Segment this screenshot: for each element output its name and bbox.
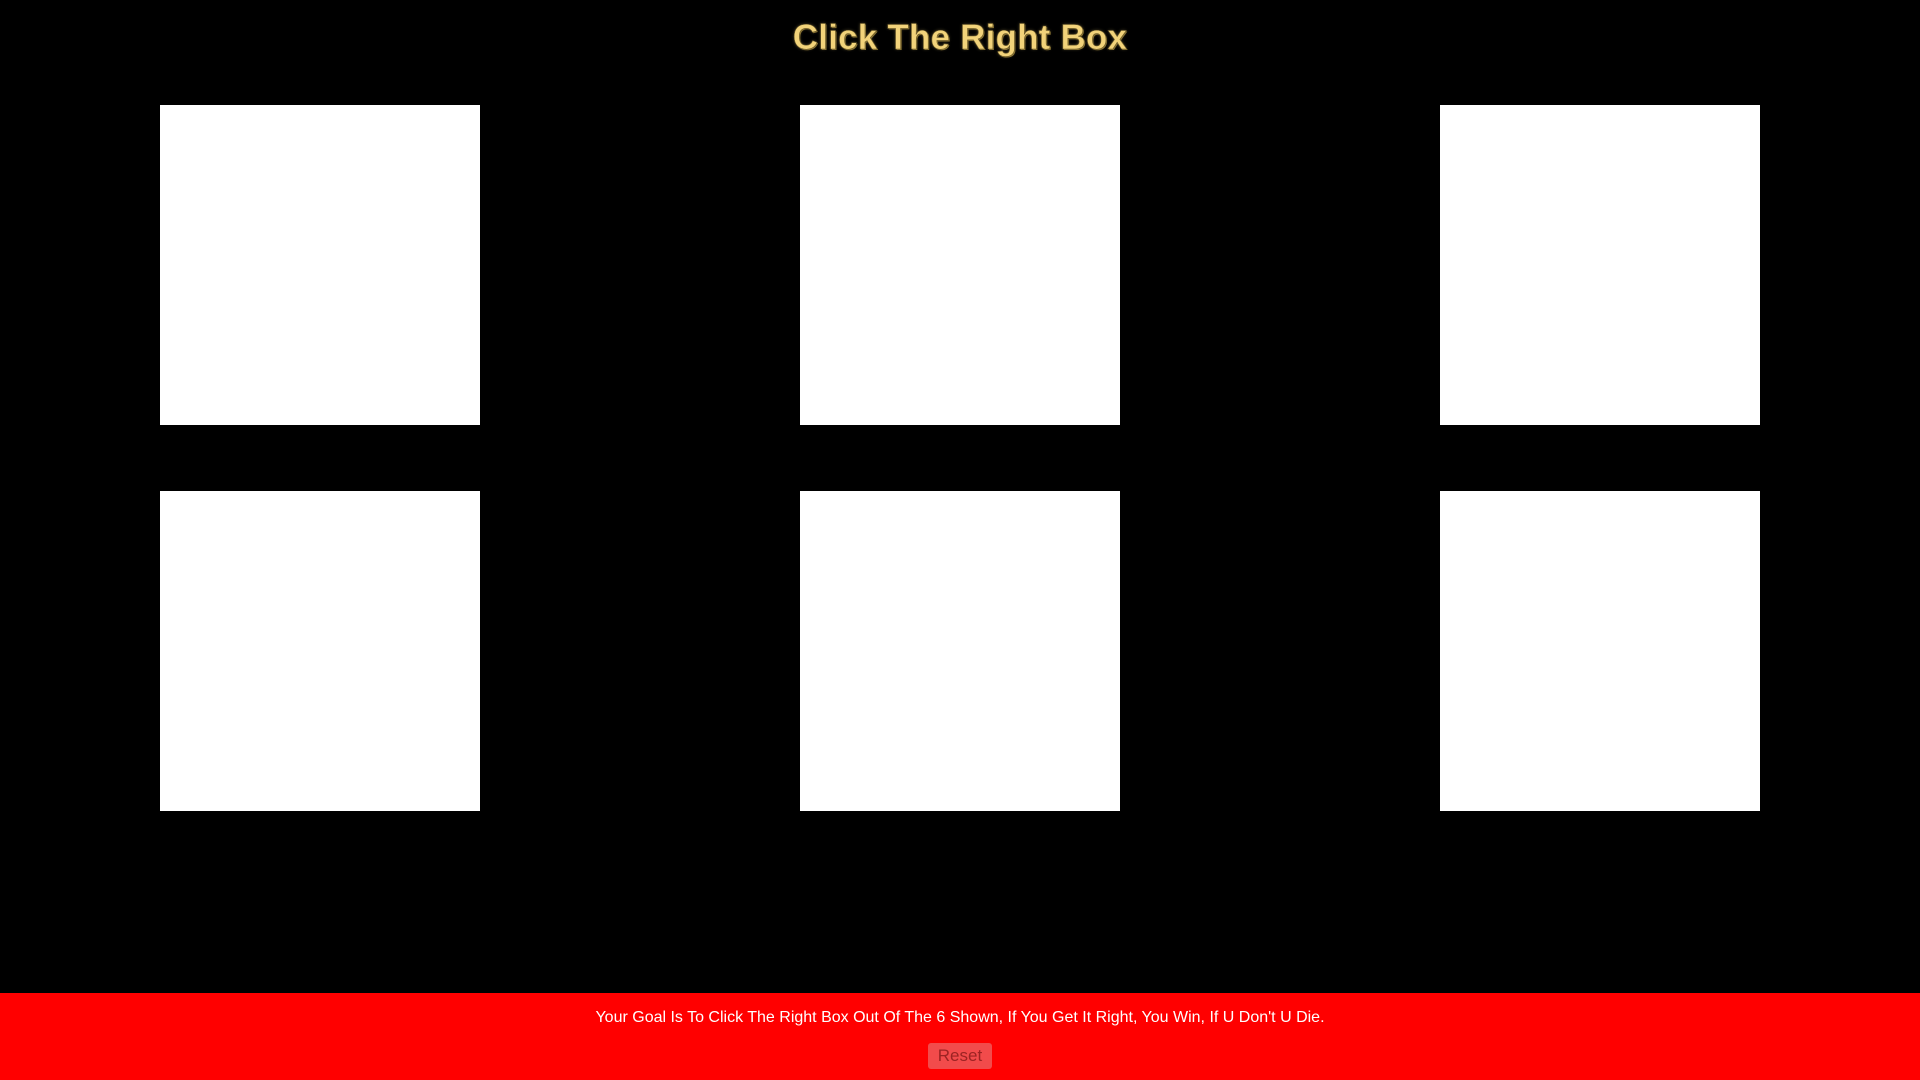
box-2[interactable]: [800, 105, 1120, 425]
footer-bar: Your Goal Is To Click The Right Box Out …: [0, 993, 1920, 1080]
game-page: Click The Right Box Your Goal Is To Clic…: [0, 0, 1920, 1080]
box-5[interactable]: [800, 491, 1120, 811]
box-1[interactable]: [160, 105, 480, 425]
instructions-text: Your Goal Is To Click The Right Box Out …: [595, 1009, 1325, 1026]
box-4[interactable]: [160, 491, 480, 811]
reset-button[interactable]: Reset: [928, 1043, 992, 1069]
page-title: Click The Right Box: [792, 18, 1128, 58]
box-3[interactable]: [1440, 105, 1760, 425]
box-6[interactable]: [1440, 491, 1760, 811]
